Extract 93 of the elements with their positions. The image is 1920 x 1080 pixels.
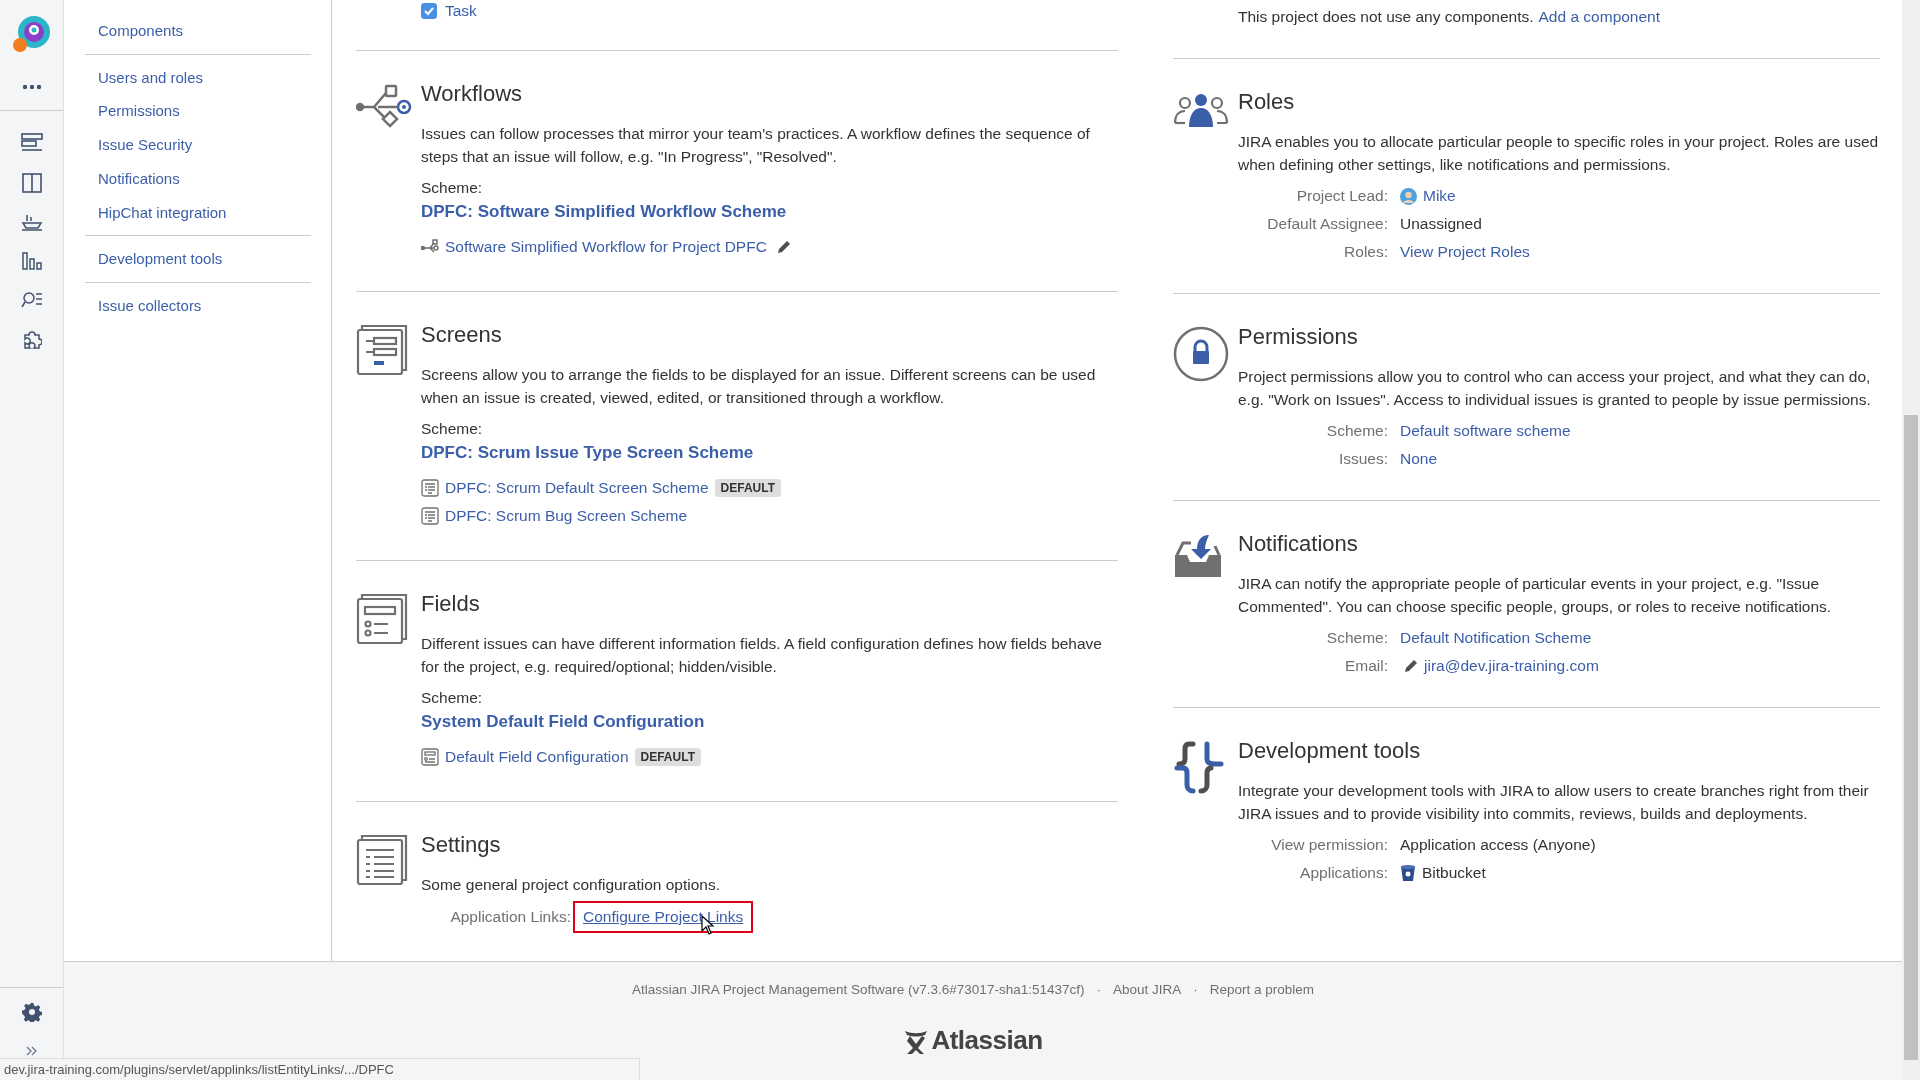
puzzle-icon[interactable] (21, 329, 42, 349)
app-logo[interactable] (11, 14, 52, 54)
sidebar-item[interactable]: Permissions (98, 94, 311, 129)
link[interactable]: Default software scheme (1400, 420, 1571, 442)
checkbox[interactable] (421, 3, 437, 19)
scheme-link[interactable]: System Default Field Configuration (421, 709, 1118, 735)
scheme-item-link[interactable]: DPFC: Scrum Default Screen Scheme (445, 479, 709, 497)
separator-dot: · (1096, 982, 1101, 997)
default-badge: DEFAULT (634, 748, 701, 766)
section-heading: Settings (421, 831, 502, 859)
sidebar-item[interactable]: Notifications (98, 161, 311, 196)
default-badge: DEFAULT (714, 479, 782, 497)
property-value: Application access (Anyone) (1400, 835, 1596, 855)
property-label: View permission: (1271, 835, 1388, 855)
inbox-icon (1173, 533, 1223, 579)
property-value: Bitbucket (1422, 863, 1486, 883)
section-heading: Roles (1238, 88, 1296, 116)
scheme-link[interactable]: DPFC: Software Simplified Workflow Scheme (421, 199, 1118, 225)
user-link[interactable]: Mike (1423, 185, 1456, 207)
expand-icon[interactable] (25, 1046, 38, 1056)
status-bar-url: dev.jira-training.com/plugins/servlet/applinks/listEntityLinks/.../DPFC (4, 1062, 394, 1077)
sidebar-item[interactable]: Issue Security (98, 128, 311, 162)
section-description: JIRA can notify the appropriate people of particular events in your project, e.g. "Issue Commented". You can choose specific people, groups, or roles to receive notifications. (1238, 574, 1833, 617)
section-description: Some general project configuration options. (421, 875, 721, 895)
info-text: This project does not use any components. (1238, 8, 1534, 26)
scrollbar[interactable] (1902, 0, 1920, 1080)
section-description: JIRA enables you to allocate particular people to specific roles in your project. Roles are used when defining other settings, like notifications and permissions. (1238, 132, 1880, 175)
bar-chart-icon[interactable] (21, 251, 42, 271)
lock-icon (1173, 326, 1229, 382)
sidebar-item[interactable]: Components (98, 14, 311, 48)
link[interactable]: View Project Roles (1400, 241, 1530, 263)
section-heading: Development tools (1238, 737, 1422, 765)
property-label: Application Links: (450, 906, 571, 927)
property-label: Scheme: (1326, 628, 1388, 648)
section-heading: Permissions (1238, 323, 1359, 351)
screen-icon (421, 507, 439, 525)
property-label: Scheme: (1326, 421, 1388, 441)
section-description: Screens allow you to arrange the fields to be displayed for an issue. Different screens can be used when an issue is created, viewed, edited, or transitioned through a workflow. (421, 365, 1097, 408)
sidebar-item[interactable]: Issue collectors (98, 288, 311, 323)
property-label: Project Lead: (1296, 186, 1388, 206)
property-label: Issues: (1338, 449, 1388, 469)
separator-dot: · (1193, 982, 1198, 997)
scheme-item-link[interactable]: DPFC: Scrum Bug Screen Scheme (445, 507, 688, 525)
issue-type-link[interactable]: Task (445, 2, 477, 20)
pencil-icon[interactable] (1404, 659, 1418, 673)
section-heading: Workflows (421, 80, 524, 108)
settings-icon[interactable] (21, 1002, 42, 1022)
sidebar-item[interactable]: HipChat integration (98, 195, 311, 230)
link[interactable]: None (1400, 448, 1438, 470)
form-icon (421, 748, 439, 766)
pencil-icon[interactable] (776, 240, 791, 254)
section-description: Project permissions allow you to control who can access your project, and what they can do, e.g. "Work on Issues". Access to individual issues is granted to people by issue permissions. (1238, 367, 1872, 410)
bucket-icon (1400, 864, 1416, 882)
scheme-label: Scheme: (421, 178, 484, 198)
footer-link[interactable]: Report a problem (1209, 982, 1315, 997)
avatar (1400, 187, 1417, 205)
list-icon (356, 834, 408, 886)
screen-icon (356, 324, 408, 376)
scheme-label: Scheme: (421, 419, 484, 439)
link[interactable]: Configure Project Links (583, 905, 744, 928)
property-label: Applications: (1300, 863, 1388, 883)
workflow-icon (421, 239, 439, 255)
section-description: Issues can follow processes that mirror your team's practices. A workflow defines the sequence of steps that an issue will follow, e.g. "In Progress", "Resolved". (421, 124, 1091, 167)
add-component-link[interactable]: Add a component (1538, 8, 1661, 26)
board-icon[interactable] (21, 173, 42, 193)
scheme-label: Scheme: (421, 688, 484, 708)
workflow-icon (356, 83, 412, 129)
sidebar-item[interactable]: Development tools (98, 242, 311, 276)
section-heading: Screens (421, 321, 503, 349)
ship-icon[interactable] (20, 213, 43, 231)
sidebar-item[interactable]: Users and roles (98, 60, 311, 95)
section-description: Different issues can have different information fields. A field configuration defines how fields behave for the project, e.g. required/optional; hidden/visible. (421, 634, 1103, 677)
link[interactable]: Default Notification Scheme (1400, 627, 1592, 649)
property-label: Email: (1344, 656, 1388, 676)
scheme-item-link[interactable]: Software Simplified Workflow for Project DPFC (445, 238, 767, 256)
form-icon (356, 593, 408, 645)
more-icon[interactable] (21, 84, 42, 90)
scheme-item-link[interactable]: Default Field Configuration (445, 748, 629, 766)
screen-icon (421, 479, 439, 497)
property-value: Unassigned (1400, 214, 1482, 234)
section-description: Integrate your development tools with JIRA to allow users to create branches right from their JIRA issues and to provide visibility into commits, reviews, builds and deployments. (1238, 781, 1870, 824)
property-label: Roles: (1344, 242, 1388, 262)
footer-link[interactable]: About JIRA (1112, 982, 1182, 997)
scrollbar-thumb[interactable] (1904, 415, 1918, 1060)
search-list-icon[interactable] (20, 291, 43, 309)
email-link[interactable]: jira@dev.jira-training.com (1424, 655, 1599, 677)
atlassian-logo[interactable]: Atlassian (903, 1025, 1043, 1056)
section-heading: Notifications (1238, 530, 1359, 558)
scheme-link[interactable]: DPFC: Scrum Issue Type Screen Scheme (421, 440, 1118, 466)
section-heading: Fields (421, 590, 481, 618)
property-label: Default Assignee: (1267, 214, 1388, 234)
backlog-icon[interactable] (20, 133, 43, 153)
footer-link[interactable]: Atlassian JIRA Project Management Software (v7.3.6#73017-sha1:51437cf) (631, 982, 1085, 997)
